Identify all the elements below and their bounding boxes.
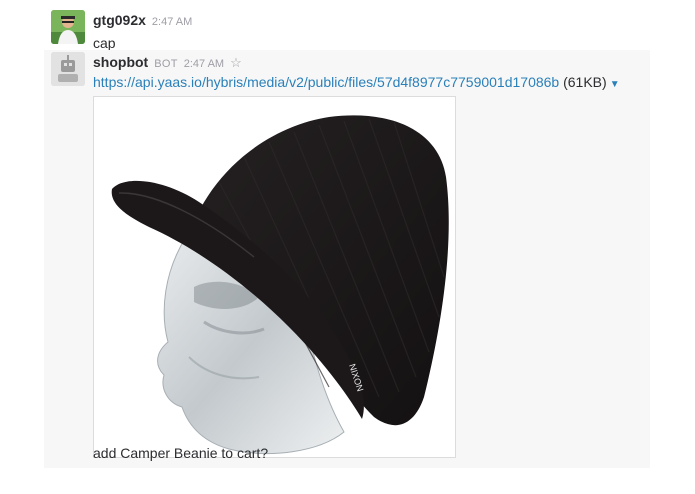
sender-name[interactable]: shopbot: [93, 54, 148, 70]
beanie-image: NIXON: [111, 115, 449, 454]
bot-badge: BOT: [154, 58, 178, 70]
avatar-gtg092x[interactable]: [51, 10, 85, 44]
message-text: add Camper Beanie to cart?: [93, 445, 269, 461]
avatar-shopbot[interactable]: [51, 52, 85, 86]
caret-down-icon[interactable]: ▼: [610, 79, 620, 90]
file-size: (61KB): [563, 74, 607, 90]
file-link[interactable]: https://api.yaas.io/hybris/media/v2/publ…: [93, 74, 559, 90]
image-preview[interactable]: NIXON: [93, 96, 456, 458]
star-outline-icon[interactable]: ☆: [230, 55, 242, 70]
message-shopbot: shopbot BOT 2:47 AM ☆ https://api.yaas.io/h…: [44, 50, 650, 468]
message-gtg092x: gtg092x 2:47 AM cap: [0, 8, 695, 51]
timestamp[interactable]: 2:47 AM: [152, 16, 192, 28]
sender-name[interactable]: gtg092x: [93, 12, 146, 28]
timestamp[interactable]: 2:47 AM: [184, 58, 224, 70]
